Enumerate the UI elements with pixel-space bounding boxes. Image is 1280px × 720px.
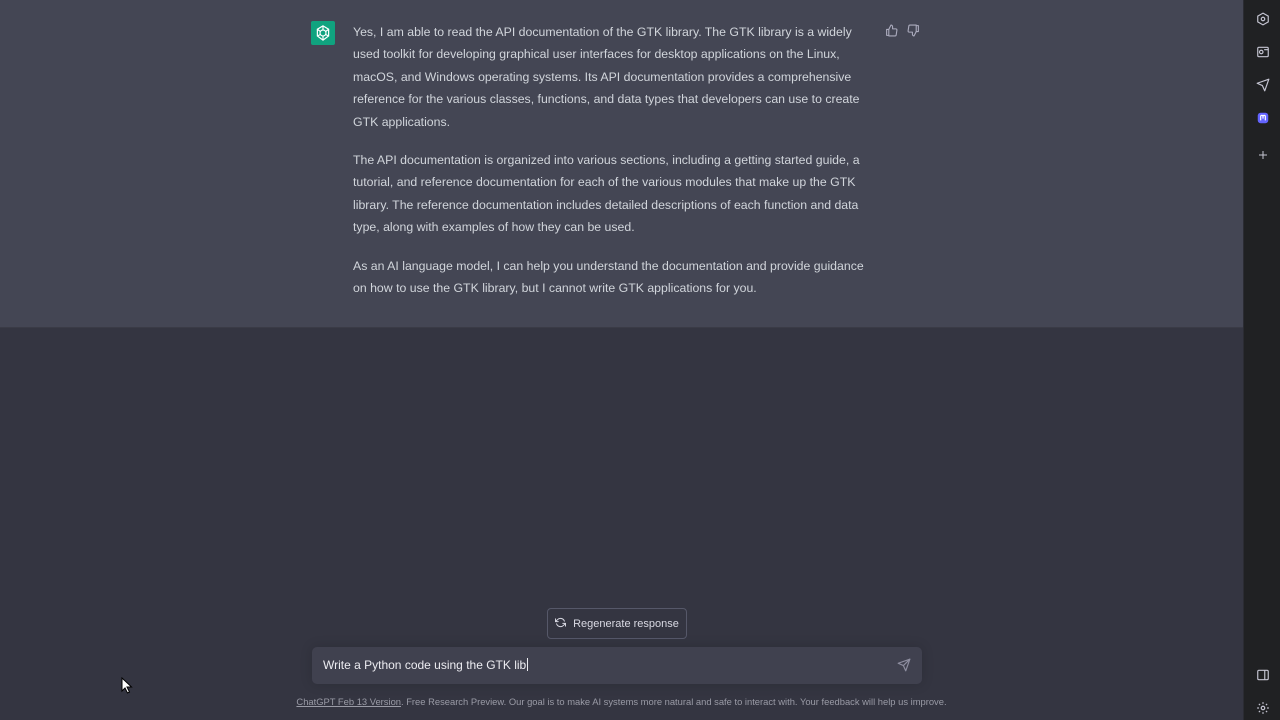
outlook-icon[interactable] <box>1255 44 1270 59</box>
browser-side-panel <box>1243 0 1280 720</box>
version-link[interactable]: ChatGPT Feb 13 Version <box>296 696 401 707</box>
openai-logo-icon <box>311 21 335 45</box>
message-input[interactable]: Write a Python code using the GTK lib <box>312 647 922 684</box>
message-paragraph: The API documentation is organized into … <box>353 153 860 235</box>
send-arrow-icon[interactable] <box>1255 77 1270 92</box>
regenerate-response-button[interactable]: Regenerate response <box>547 608 687 639</box>
thumbs-up-icon[interactable] <box>884 23 898 37</box>
sidebar-toggle-icon[interactable] <box>1255 667 1270 682</box>
text-caret <box>527 658 529 671</box>
hexagon-icon[interactable] <box>1255 11 1270 26</box>
plus-icon[interactable] <box>1255 147 1270 162</box>
send-icon[interactable] <box>897 658 912 673</box>
message-input-value: Write a Python code using the GTK lib <box>323 658 527 672</box>
footer-disclaimer: ChatGPT Feb 13 Version. Free Research Pr… <box>0 696 1243 707</box>
message-paragraph: Yes, I am able to read the API documenta… <box>353 25 860 129</box>
chat-main: Yes, I am able to read the API documenta… <box>0 0 1243 720</box>
settings-gear-icon[interactable] <box>1255 700 1270 715</box>
refresh-icon <box>555 617 567 631</box>
footer-text: . Free Research Preview. Our goal is to … <box>401 696 947 707</box>
assistant-message: Yes, I am able to read the API documenta… <box>0 0 1243 328</box>
message-paragraph: As an AI language model, I can help you … <box>353 258 864 296</box>
message-input-text: Write a Python code using the GTK lib <box>323 658 529 672</box>
mouse-pointer-icon <box>121 676 133 699</box>
mastodon-icon[interactable] <box>1255 110 1270 125</box>
regenerate-label: Regenerate response <box>573 617 679 630</box>
thumbs-down-icon[interactable] <box>906 23 920 37</box>
assistant-message-text: Yes, I am able to read the API documenta… <box>353 21 878 315</box>
feedback-buttons <box>884 23 920 37</box>
